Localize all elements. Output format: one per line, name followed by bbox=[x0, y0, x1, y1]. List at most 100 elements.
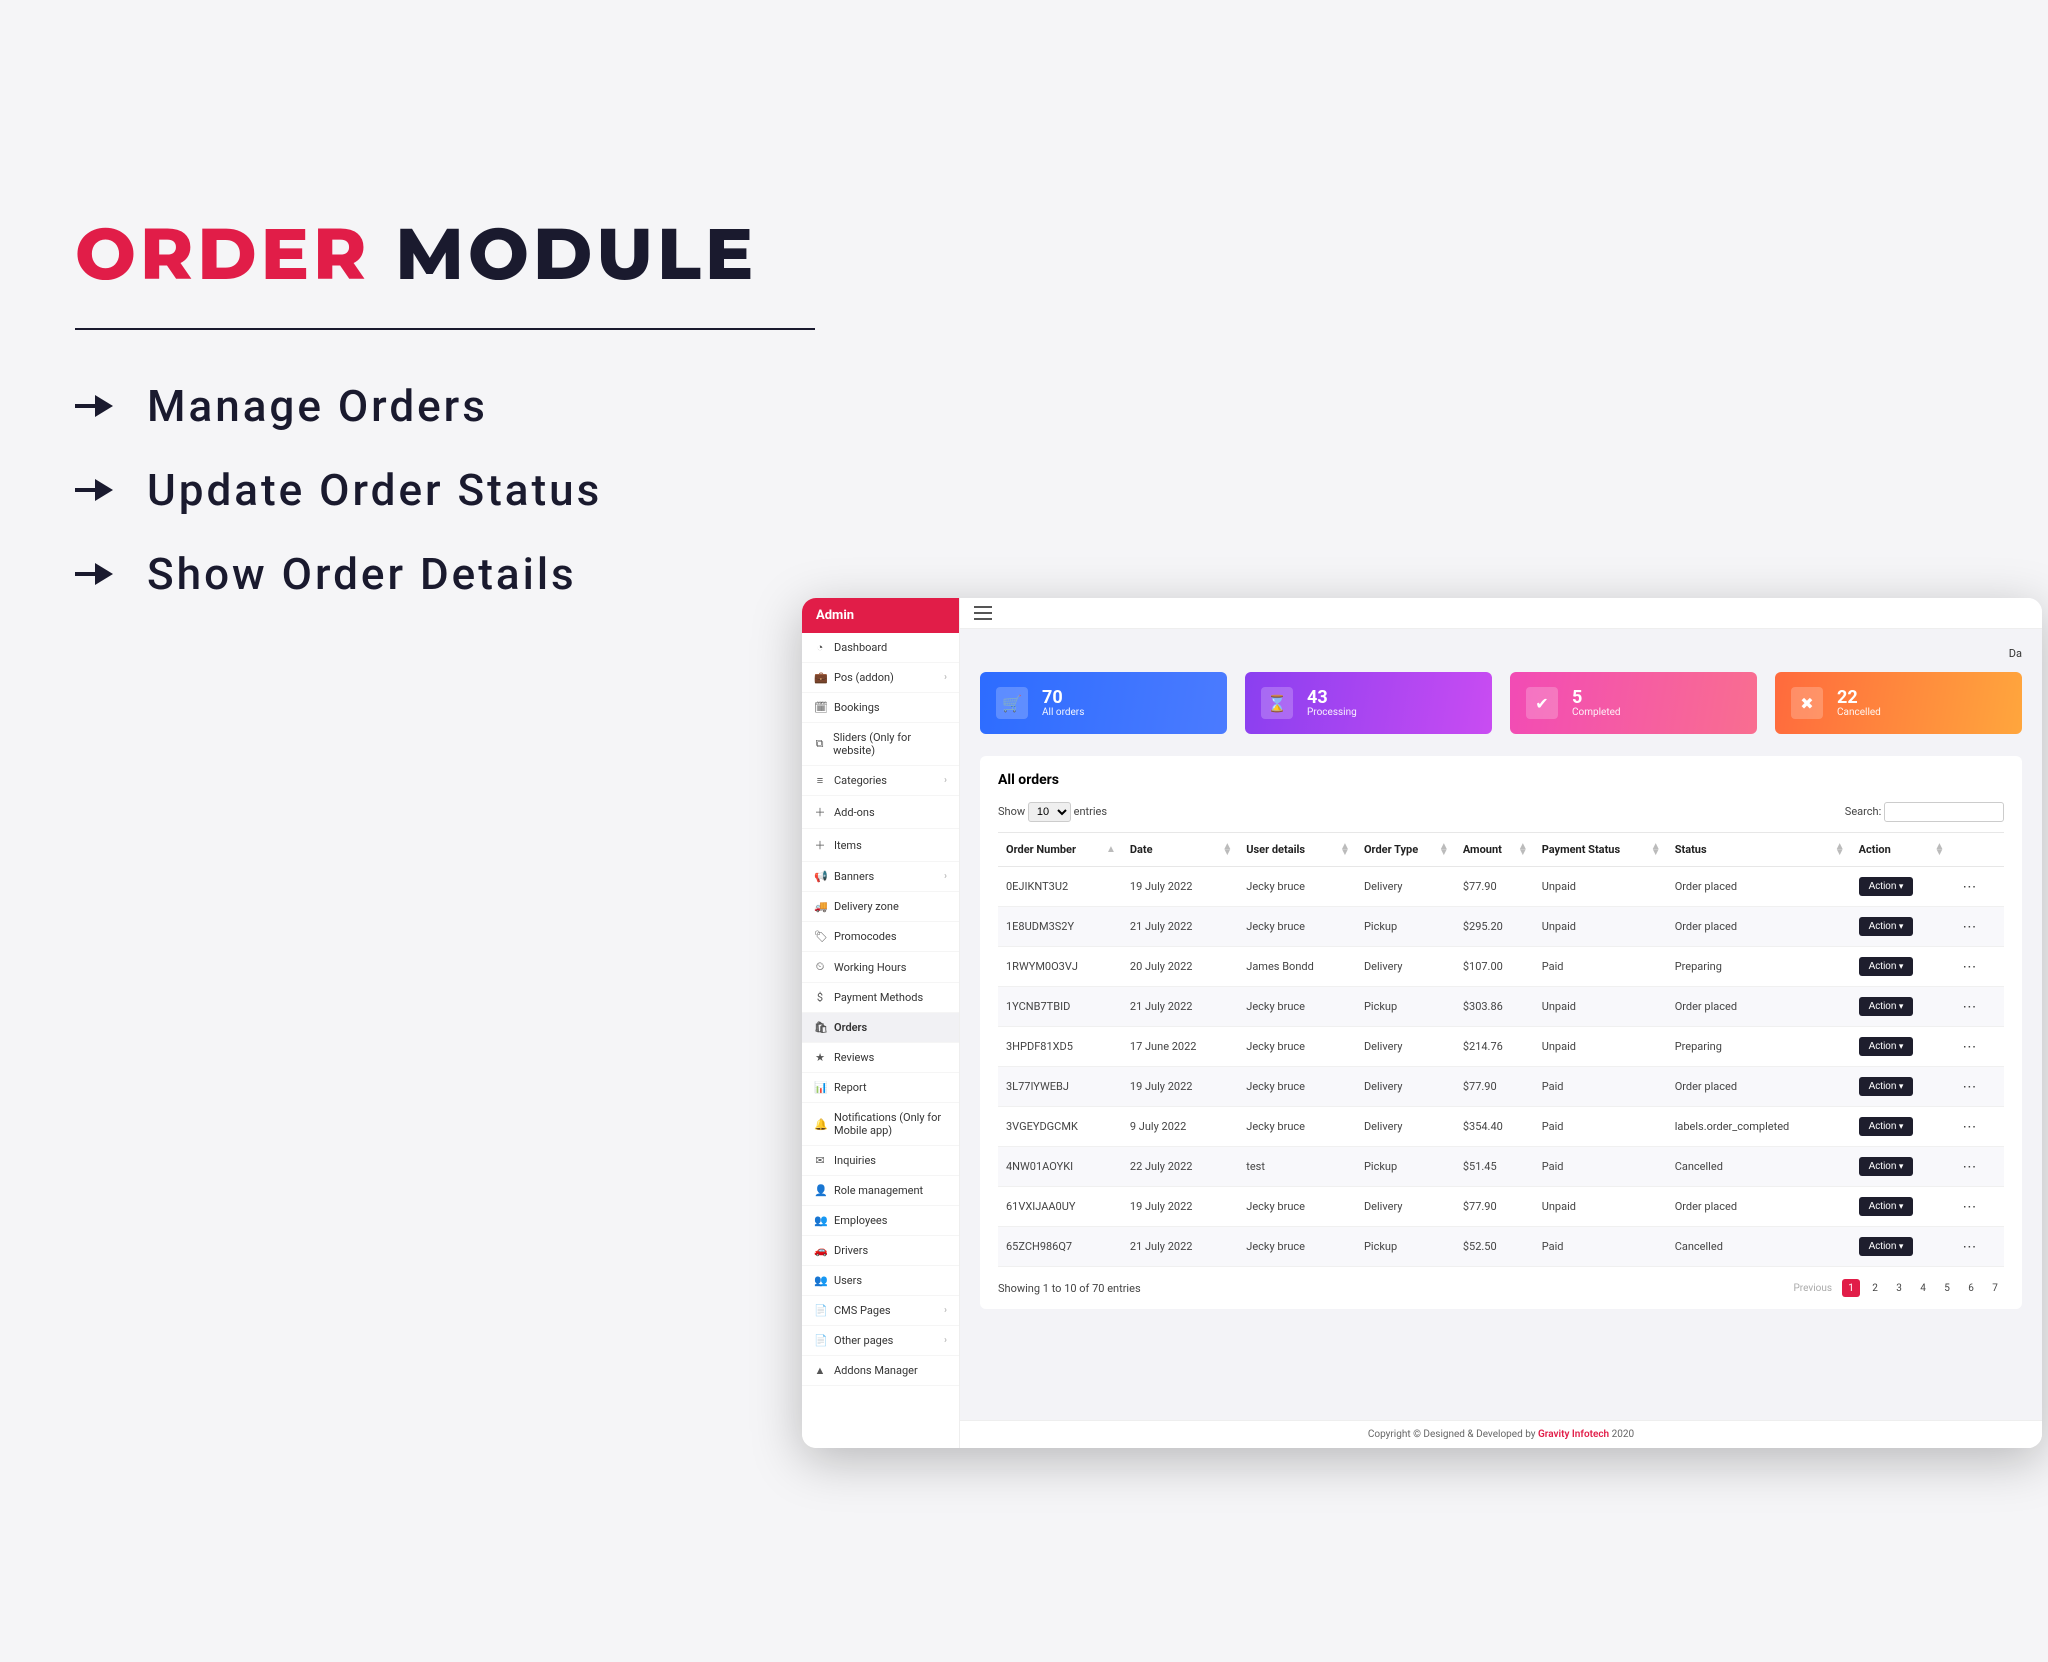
stat-card-cancelled[interactable]: ✖22Cancelled bbox=[1775, 672, 2022, 734]
sidebar-icon: ◔ bbox=[814, 641, 826, 654]
more-icon[interactable]: ⋯ bbox=[1958, 1238, 1980, 1255]
sidebar-item-orders[interactable]: 🛍Orders bbox=[802, 1013, 959, 1043]
divider bbox=[75, 328, 815, 330]
entries-select[interactable]: 10 bbox=[1028, 802, 1071, 822]
pagination-page[interactable]: 6 bbox=[1962, 1279, 1980, 1297]
stat-number: 43 bbox=[1307, 689, 1357, 707]
sidebar-item-dashboard[interactable]: ◔Dashboard bbox=[802, 633, 959, 663]
pagination-page[interactable]: 7 bbox=[1986, 1279, 2004, 1297]
more-icon[interactable]: ⋯ bbox=[1958, 918, 1980, 935]
search-input[interactable] bbox=[1884, 802, 2004, 822]
chevron-right-icon: › bbox=[944, 1335, 947, 1346]
action-button[interactable]: Action bbox=[1859, 1037, 1914, 1056]
column-header[interactable]: User details▲▼ bbox=[1238, 833, 1356, 867]
action-button[interactable]: Action bbox=[1859, 917, 1914, 936]
stat-icon: 🛒 bbox=[996, 687, 1028, 719]
sidebar-item-categories[interactable]: ≡Categories› bbox=[802, 766, 959, 796]
sidebar-icon: 📢 bbox=[814, 870, 826, 883]
table-row: 0EJIKNT3U219 July 2022Jecky bruceDeliver… bbox=[998, 867, 2004, 907]
column-header[interactable]: Status▲▼ bbox=[1667, 833, 1851, 867]
more-icon[interactable]: ⋯ bbox=[1958, 1078, 1980, 1095]
action-button[interactable]: Action bbox=[1859, 877, 1914, 896]
sidebar-item-inquiries[interactable]: ✉Inquiries bbox=[802, 1146, 959, 1176]
app-footer: Copyright © Designed & Developed by Grav… bbox=[960, 1420, 2042, 1448]
pagination-page[interactable]: 2 bbox=[1866, 1279, 1884, 1297]
sidebar-item-delivery-zone[interactable]: 🚚 Delivery zone bbox=[802, 892, 959, 922]
pagination-page[interactable]: 4 bbox=[1914, 1279, 1932, 1297]
action-button[interactable]: Action bbox=[1859, 1077, 1914, 1096]
sidebar-item-reviews[interactable]: ★Reviews bbox=[802, 1043, 959, 1073]
sidebar-item-report[interactable]: 📊Report bbox=[802, 1073, 959, 1103]
stat-card-processing[interactable]: ⌛43Processing bbox=[1245, 672, 1492, 734]
sidebar-item-employees[interactable]: 👥 Employees bbox=[802, 1206, 959, 1236]
action-button[interactable]: Action bbox=[1859, 1117, 1914, 1136]
sidebar-item-payment-methods[interactable]: $Payment Methods bbox=[802, 983, 959, 1013]
sidebar-item-banners[interactable]: 📢Banners› bbox=[802, 862, 959, 892]
feature-item: Manage Orders bbox=[75, 380, 815, 432]
pagination-page[interactable]: 1 bbox=[1842, 1279, 1860, 1297]
more-icon[interactable]: ⋯ bbox=[1958, 1118, 1980, 1135]
action-button[interactable]: Action bbox=[1859, 957, 1914, 976]
pagination-prev[interactable]: Previous bbox=[1790, 1283, 1837, 1294]
sidebar-item-addons-manager[interactable]: ▲Addons Manager bbox=[802, 1356, 959, 1386]
status-cell: Order placed bbox=[1667, 1067, 1851, 1107]
table-row: 1E8UDM3S2Y21 July 2022Jecky brucePickup$… bbox=[998, 907, 2004, 947]
more-icon[interactable]: ⋯ bbox=[1958, 1198, 1980, 1215]
sidebar-item-sliders-only-for-website-[interactable]: ⧉Sliders (Only for website) bbox=[802, 723, 959, 766]
sidebar-icon: 👥 bbox=[814, 1214, 826, 1227]
sidebar-item-notifications-only-for-mobile-app-[interactable]: 🔔Notifications (Only for Mobile app) bbox=[802, 1103, 959, 1146]
table-row: 1YCNB7TBID21 July 2022Jecky brucePickup$… bbox=[998, 987, 2004, 1027]
hamburger-icon[interactable] bbox=[974, 606, 992, 620]
sort-icon: ▲▼ bbox=[1340, 844, 1350, 856]
pagination-page[interactable]: 3 bbox=[1890, 1279, 1908, 1297]
stat-number: 5 bbox=[1572, 689, 1621, 707]
action-button[interactable]: Action bbox=[1859, 1237, 1914, 1256]
sidebar-item-users[interactable]: 👥Users bbox=[802, 1266, 959, 1296]
chevron-right-icon: › bbox=[944, 871, 947, 882]
sidebar-icon: 🛍 bbox=[814, 1021, 826, 1034]
stat-card-all-orders[interactable]: 🛒70All orders bbox=[980, 672, 1227, 734]
sidebar-item-add-ons[interactable]: ＋Add-ons bbox=[802, 796, 959, 829]
column-header[interactable]: Date▲▼ bbox=[1122, 833, 1238, 867]
arrow-icon bbox=[75, 394, 115, 418]
more-icon[interactable]: ⋯ bbox=[1958, 878, 1980, 895]
sidebar-item-bookings[interactable]: 🗓Bookings bbox=[802, 693, 959, 723]
panel-title: All orders bbox=[998, 772, 2004, 788]
sidebar-icon: 🚚 bbox=[814, 900, 826, 913]
more-icon[interactable]: ⋯ bbox=[1958, 1038, 1980, 1055]
sidebar-item-promocodes[interactable]: 🏷Promocodes bbox=[802, 922, 959, 952]
status-cell: labels.order_completed bbox=[1667, 1107, 1851, 1147]
admin-app-window: Admin ◔Dashboard💼Pos (addon)›🗓Bookings⧉S… bbox=[802, 598, 2042, 1448]
sidebar-item-drivers[interactable]: 🚗Drivers bbox=[802, 1236, 959, 1266]
status-cell: Order placed bbox=[1667, 907, 1851, 947]
column-header[interactable]: Order Number▲ bbox=[998, 833, 1122, 867]
sidebar-item-other-pages[interactable]: 📄Other pages› bbox=[802, 1326, 959, 1356]
sidebar-label: Add-ons bbox=[834, 806, 875, 819]
sidebar-item-items[interactable]: ＋Items bbox=[802, 829, 959, 862]
feature-list: Manage OrdersUpdate Order StatusShow Ord… bbox=[75, 380, 815, 600]
status-cell: Cancelled bbox=[1667, 1227, 1851, 1267]
action-button[interactable]: Action bbox=[1859, 1157, 1914, 1176]
topbar bbox=[960, 598, 2042, 629]
column-header[interactable]: Action▲▼ bbox=[1851, 833, 1951, 867]
column-header[interactable]: Amount▲▼ bbox=[1455, 833, 1534, 867]
sidebar-label: Delivery zone bbox=[834, 900, 899, 913]
sidebar-item-role-management[interactable]: 👤Role management bbox=[802, 1176, 959, 1206]
more-icon[interactable]: ⋯ bbox=[1958, 998, 1980, 1015]
more-icon[interactable]: ⋯ bbox=[1958, 1158, 1980, 1175]
sidebar-item-cms-pages[interactable]: 📄CMS Pages› bbox=[802, 1296, 959, 1326]
more-icon[interactable]: ⋯ bbox=[1958, 958, 1980, 975]
sidebar-header: Admin bbox=[802, 598, 959, 633]
chevron-right-icon: › bbox=[944, 775, 947, 786]
sidebar-label: Employees bbox=[834, 1214, 887, 1227]
column-header[interactable]: Payment Status▲▼ bbox=[1534, 833, 1667, 867]
sidebar-item-working-hours[interactable]: ⏲Working Hours bbox=[802, 952, 959, 983]
pagination-page[interactable]: 5 bbox=[1938, 1279, 1956, 1297]
sidebar-label: Role management bbox=[834, 1184, 923, 1197]
action-button[interactable]: Action bbox=[1859, 1197, 1914, 1216]
action-button[interactable]: Action bbox=[1859, 997, 1914, 1016]
stat-card-completed[interactable]: ✔5Completed bbox=[1510, 672, 1757, 734]
column-header[interactable]: Order Type▲▼ bbox=[1356, 833, 1455, 867]
chevron-right-icon: › bbox=[944, 672, 947, 683]
sidebar-item-pos-addon-[interactable]: 💼Pos (addon)› bbox=[802, 663, 959, 693]
